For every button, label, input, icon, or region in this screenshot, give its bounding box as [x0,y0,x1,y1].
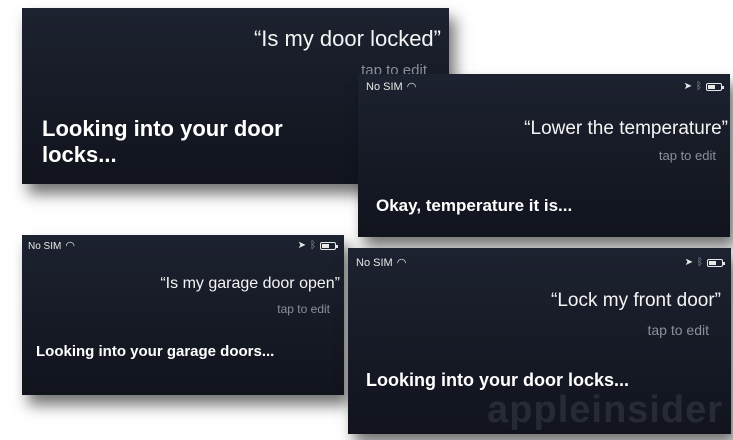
tap-to-edit-link[interactable]: tap to edit [659,148,716,163]
siri-panel-front-door: No SIM ◠ ➤ ᛒ “Lock my front door” tap to … [348,248,731,434]
wifi-icon: ◠ [396,257,407,269]
status-carrier: No SIM ◠ [28,240,75,252]
siri-query[interactable]: “Is my garage door open” [160,275,340,293]
battery-icon [706,82,724,91]
status-icons: ➤ ᛒ [683,81,724,92]
siri-panel-garage: No SIM ◠ ➤ ᛒ “Is my garage door open” tap… [22,235,344,395]
siri-query[interactable]: “Is my door locked” [254,26,441,52]
location-arrow-icon: ➤ [297,240,306,251]
siri-panel-temperature: No SIM ◠ ➤ ᛒ “Lower the temperature” tap … [358,74,730,237]
siri-response: Okay, temperature it is... [376,196,573,215]
status-icons: ➤ ᛒ [684,257,725,268]
battery-icon [320,241,338,250]
location-arrow-icon: ➤ [683,81,692,92]
siri-query[interactable]: “Lower the temperature” [524,118,728,140]
siri-response: Looking into your door locks... [42,116,283,168]
battery-icon [707,258,725,267]
bluetooth-icon: ᛒ [310,240,316,251]
status-carrier: No SIM ◠ [366,81,417,93]
tap-to-edit-link[interactable]: tap to edit [648,322,710,338]
bluetooth-icon: ᛒ [696,81,702,92]
appleinsider-watermark: appleinsider [487,389,723,431]
status-icons: ➤ ᛒ [297,240,338,251]
location-arrow-icon: ➤ [684,257,693,268]
wifi-icon: ◠ [406,81,417,93]
bluetooth-icon: ᛒ [697,257,703,268]
wifi-icon: ◠ [65,240,75,252]
status-carrier: No SIM ◠ [356,257,407,269]
siri-response: Looking into your garage doors... [36,343,275,360]
siri-query[interactable]: “Lock my front door” [551,290,721,312]
tap-to-edit-link[interactable]: tap to edit [277,302,330,316]
